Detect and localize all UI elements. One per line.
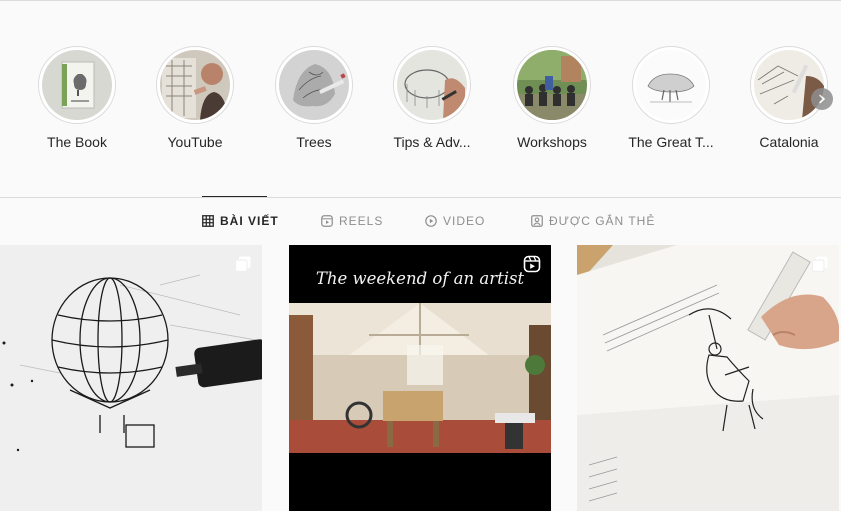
carousel-icon (811, 256, 828, 273)
book-cover-thumb (42, 50, 112, 120)
reel-title: The weekend of an artist (315, 269, 525, 288)
highlight-ring (513, 46, 591, 124)
book-drawing-image (577, 245, 839, 511)
sketchbook-thumb (397, 50, 467, 120)
story-highlights: The Book YouTube Trees Tips & Adv... Wor… (0, 0, 841, 197)
highlight-the-great-tree[interactable]: The Great T... (611, 46, 731, 150)
highlight-trees[interactable]: Trees (254, 46, 374, 150)
carousel-icon (234, 256, 251, 273)
highlight-ring (275, 46, 353, 124)
tab-label: ĐƯỢC GẮN THẺ (549, 214, 656, 228)
tab-label: BÀI VIẾT (220, 214, 279, 228)
tab-posts[interactable]: BÀI VIẾT (202, 214, 279, 228)
balloon-drawing-image (0, 245, 262, 511)
highlight-label: Catalonia (759, 134, 819, 150)
highlight-label: Tips & Adv... (393, 134, 471, 150)
tab-tagged[interactable]: ĐƯỢC GẮN THẺ (531, 214, 655, 228)
highlight-the-book[interactable]: The Book (17, 46, 137, 150)
highlights-next-button[interactable] (811, 88, 833, 110)
tab-reels[interactable]: REELS (321, 214, 383, 228)
highlight-ring (393, 46, 471, 124)
catalonia-sketch-thumb (754, 50, 824, 120)
highlight-label: Workshops (517, 134, 587, 150)
highlight-ring (38, 46, 116, 124)
highlight-label: Trees (296, 134, 332, 150)
reels-icon (321, 215, 333, 227)
tagged-icon (531, 215, 543, 227)
highlight-youtube[interactable]: YouTube (135, 46, 255, 150)
workshop-group-thumb (517, 50, 587, 120)
grid-icon (202, 215, 214, 227)
tree-sketch-thumb (279, 50, 349, 120)
post-book-sketch[interactable] (577, 245, 839, 511)
chevron-right-icon (819, 94, 826, 104)
reel-icon (523, 255, 541, 273)
tab-video[interactable]: VIDEO (425, 214, 485, 228)
profile-tabs: BÀI VIẾT REELS VIDEO ĐƯỢC GẮN THẺ (0, 198, 841, 244)
video-icon (425, 215, 437, 227)
post-weekend-reel[interactable]: The weekend of an artist (289, 245, 551, 511)
highlight-label: The Great T... (628, 134, 714, 150)
highlight-tips-advice[interactable]: Tips & Adv... (372, 46, 492, 150)
active-tab-indicator (202, 196, 267, 197)
highlight-ring (632, 46, 710, 124)
tab-label: VIDEO (443, 214, 486, 228)
great-tree-thumb (636, 50, 706, 120)
highlight-workshops[interactable]: Workshops (492, 46, 612, 150)
post-balloon-sketch[interactable] (0, 245, 262, 511)
highlight-label: The Book (47, 134, 107, 150)
artist-drawing-thumb (160, 50, 230, 120)
highlight-label: YouTube (167, 134, 223, 150)
tab-label: REELS (339, 214, 384, 228)
highlight-ring (750, 46, 828, 124)
highlight-ring (156, 46, 234, 124)
